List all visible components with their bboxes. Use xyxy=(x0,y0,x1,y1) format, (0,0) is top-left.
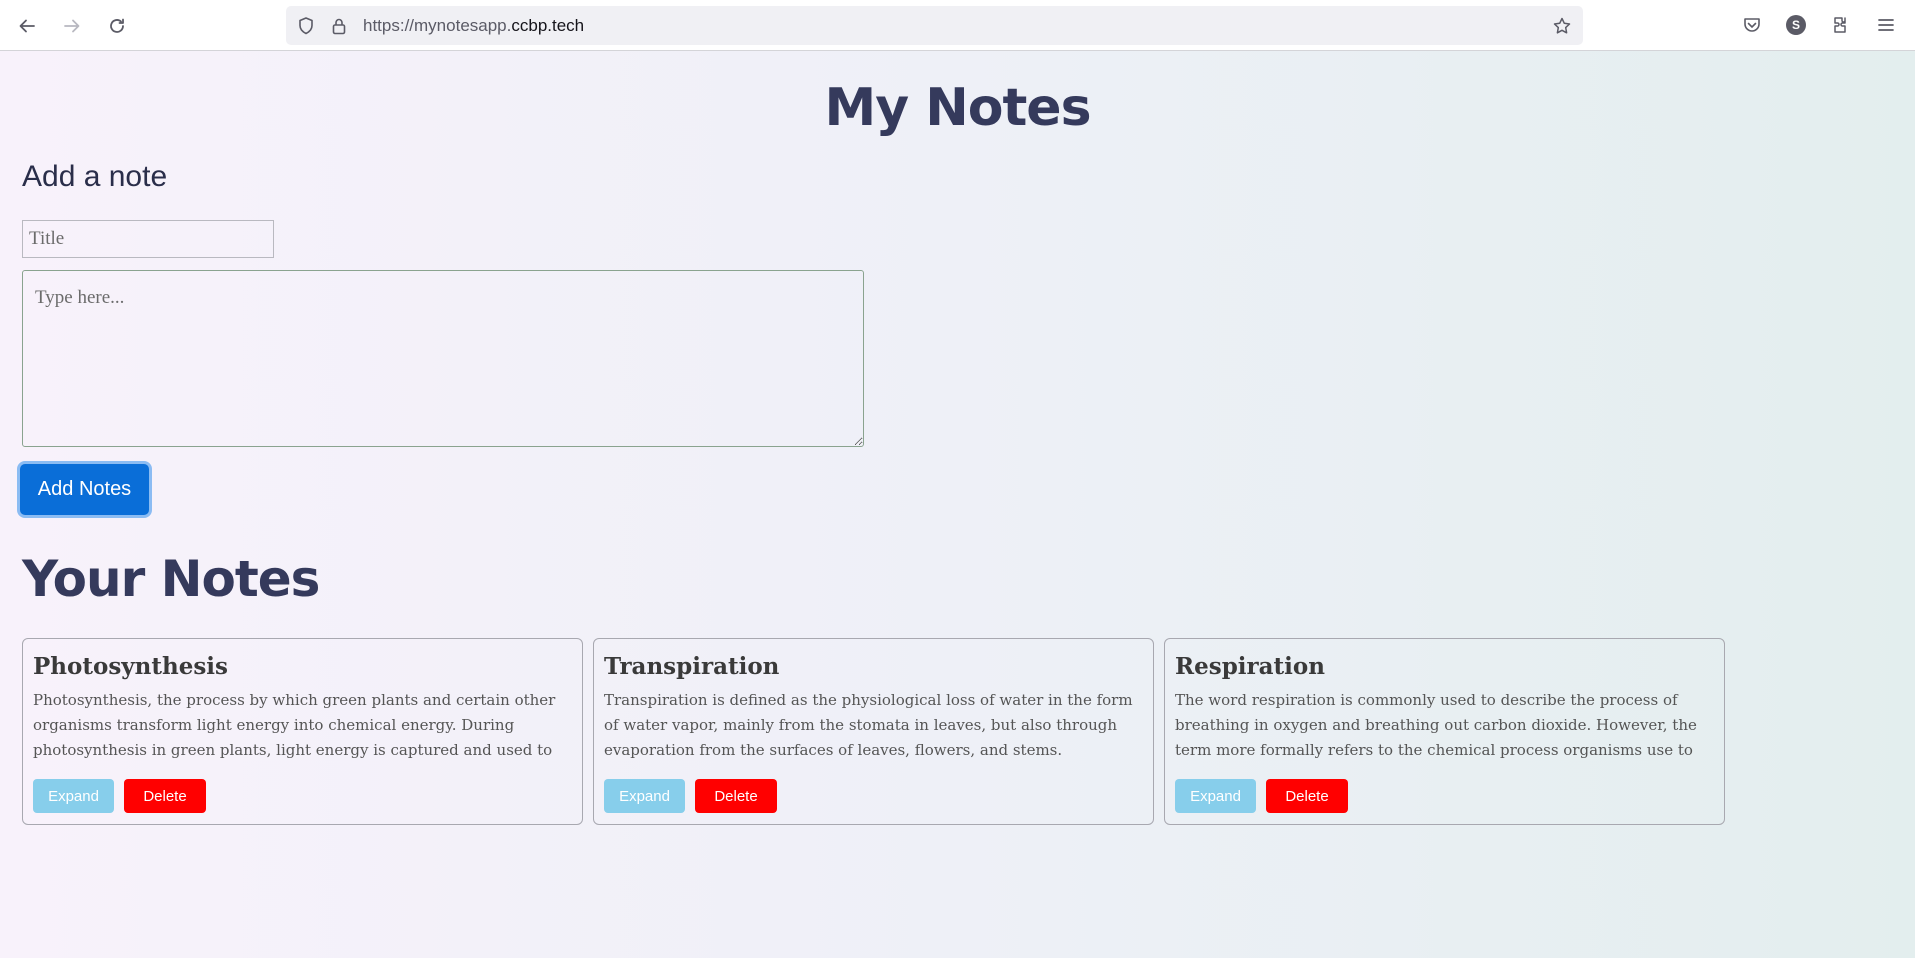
note-card: Transpiration Transpiration is defined a… xyxy=(593,638,1154,825)
note-title: Transpiration xyxy=(604,653,780,680)
note-card: Photosynthesis Photosynthesis, the proce… xyxy=(22,638,583,825)
avatar: S xyxy=(1786,15,1806,35)
note-body-textarea[interactable] xyxy=(22,270,864,447)
url-text[interactable]: https://mynotesapp.ccbp.tech xyxy=(363,16,584,36)
extensions-icon[interactable] xyxy=(1829,13,1853,37)
add-notes-button[interactable]: Add Notes xyxy=(20,464,149,515)
note-body: The word respiration is commonly used to… xyxy=(1175,691,1697,759)
expand-button[interactable]: Expand xyxy=(604,779,685,813)
back-arrow-icon[interactable] xyxy=(13,12,41,40)
note-title: Photosynthesis xyxy=(33,653,228,680)
pocket-icon[interactable] xyxy=(1740,13,1764,37)
note-card: Respiration The word respiration is comm… xyxy=(1164,638,1725,825)
forward-arrow-icon[interactable] xyxy=(58,12,86,40)
delete-button[interactable]: Delete xyxy=(695,779,777,813)
note-body: Photosynthesis, the process by which gre… xyxy=(33,691,556,759)
url-bar[interactable]: https://mynotesapp.ccbp.tech xyxy=(286,6,1583,45)
add-note-heading: Add a note xyxy=(22,160,168,193)
expand-button[interactable]: Expand xyxy=(33,779,114,813)
expand-button[interactable]: Expand xyxy=(1175,779,1256,813)
account-icon[interactable]: S xyxy=(1784,13,1808,37)
title-input[interactable] xyxy=(22,220,274,258)
note-actions: Expand Delete xyxy=(604,779,777,813)
shield-icon[interactable] xyxy=(296,16,316,36)
browser-toolbar: https://mynotesapp.ccbp.tech S xyxy=(0,0,1915,51)
menu-icon[interactable] xyxy=(1874,13,1898,37)
url-prefix: https://mynotesapp. xyxy=(363,16,512,35)
url-host: ccbp.tech xyxy=(511,16,585,35)
reload-icon[interactable] xyxy=(103,12,131,40)
note-actions: Expand Delete xyxy=(33,779,206,813)
note-body: Transpiration is defined as the physiolo… xyxy=(604,691,1133,759)
lock-icon[interactable] xyxy=(329,16,349,36)
delete-button[interactable]: Delete xyxy=(124,779,206,813)
page-title: My Notes xyxy=(824,78,1091,138)
note-actions: Expand Delete xyxy=(1175,779,1348,813)
star-icon[interactable] xyxy=(1552,16,1572,36)
your-notes-heading: Your Notes xyxy=(22,550,320,608)
delete-button[interactable]: Delete xyxy=(1266,779,1348,813)
note-title: Respiration xyxy=(1175,653,1325,680)
